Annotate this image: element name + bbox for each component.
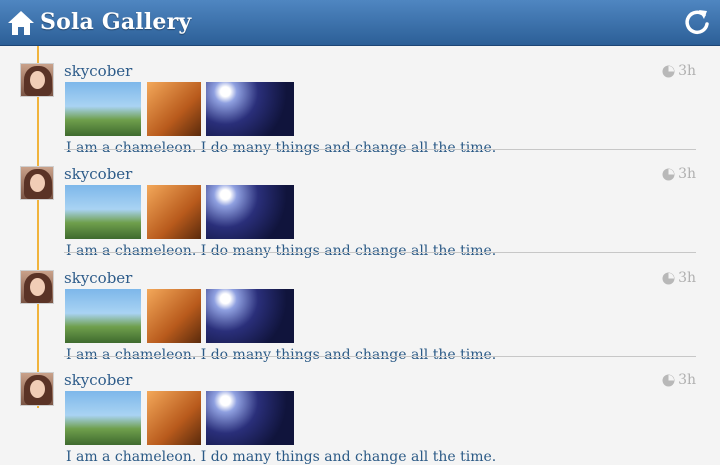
interior-thumbnail[interactable] — [147, 185, 201, 239]
post-item[interactable]: skycober 3h I am a chameleon. I do many … — [0, 355, 720, 465]
clock-icon — [662, 272, 675, 284]
post-username[interactable]: skycober — [64, 165, 132, 183]
post-item[interactable]: skycober 3h I am a chameleon. I do many … — [0, 46, 720, 156]
post-time: 3h — [662, 166, 696, 182]
post-time-label: 3h — [678, 270, 696, 286]
resort-night-thumbnail[interactable] — [206, 82, 294, 136]
avatar[interactable] — [20, 372, 54, 406]
app-title: Sola Gallery — [40, 9, 192, 35]
interior-thumbnail[interactable] — [147, 289, 201, 343]
refresh-icon — [685, 10, 709, 34]
avatar[interactable] — [20, 63, 54, 97]
post-time-label: 3h — [678, 372, 696, 388]
post-time-label: 3h — [678, 63, 696, 79]
post-time: 3h — [662, 63, 696, 79]
post-username[interactable]: skycober — [64, 62, 132, 80]
resort-night-thumbnail[interactable] — [206, 391, 294, 445]
avatar[interactable] — [20, 270, 54, 304]
post-username[interactable]: skycober — [64, 371, 132, 389]
app-header: Sola Gallery — [0, 0, 720, 46]
windmill-thumbnail[interactable] — [65, 391, 141, 445]
clock-icon — [662, 168, 675, 180]
post-time: 3h — [662, 270, 696, 286]
windmill-thumbnail[interactable] — [65, 185, 141, 239]
post-caption: I am a chameleon. I do many things and c… — [66, 449, 497, 465]
post-item[interactable]: skycober 3h I am a chameleon. I do many … — [0, 253, 720, 363]
post-time-label: 3h — [678, 166, 696, 182]
interior-thumbnail[interactable] — [147, 82, 201, 136]
clock-icon — [662, 374, 675, 386]
post-item[interactable]: skycober 3h I am a chameleon. I do many … — [0, 149, 720, 259]
windmill-thumbnail[interactable] — [65, 289, 141, 343]
resort-night-thumbnail[interactable] — [206, 185, 294, 239]
clock-icon — [662, 65, 675, 77]
home-icon — [8, 11, 34, 35]
interior-thumbnail[interactable] — [147, 391, 201, 445]
post-time: 3h — [662, 372, 696, 388]
windmill-thumbnail[interactable] — [65, 82, 141, 136]
avatar[interactable] — [20, 166, 54, 200]
home-button[interactable] — [6, 8, 36, 38]
refresh-button[interactable] — [682, 7, 712, 37]
resort-night-thumbnail[interactable] — [206, 289, 294, 343]
post-username[interactable]: skycober — [64, 269, 132, 287]
